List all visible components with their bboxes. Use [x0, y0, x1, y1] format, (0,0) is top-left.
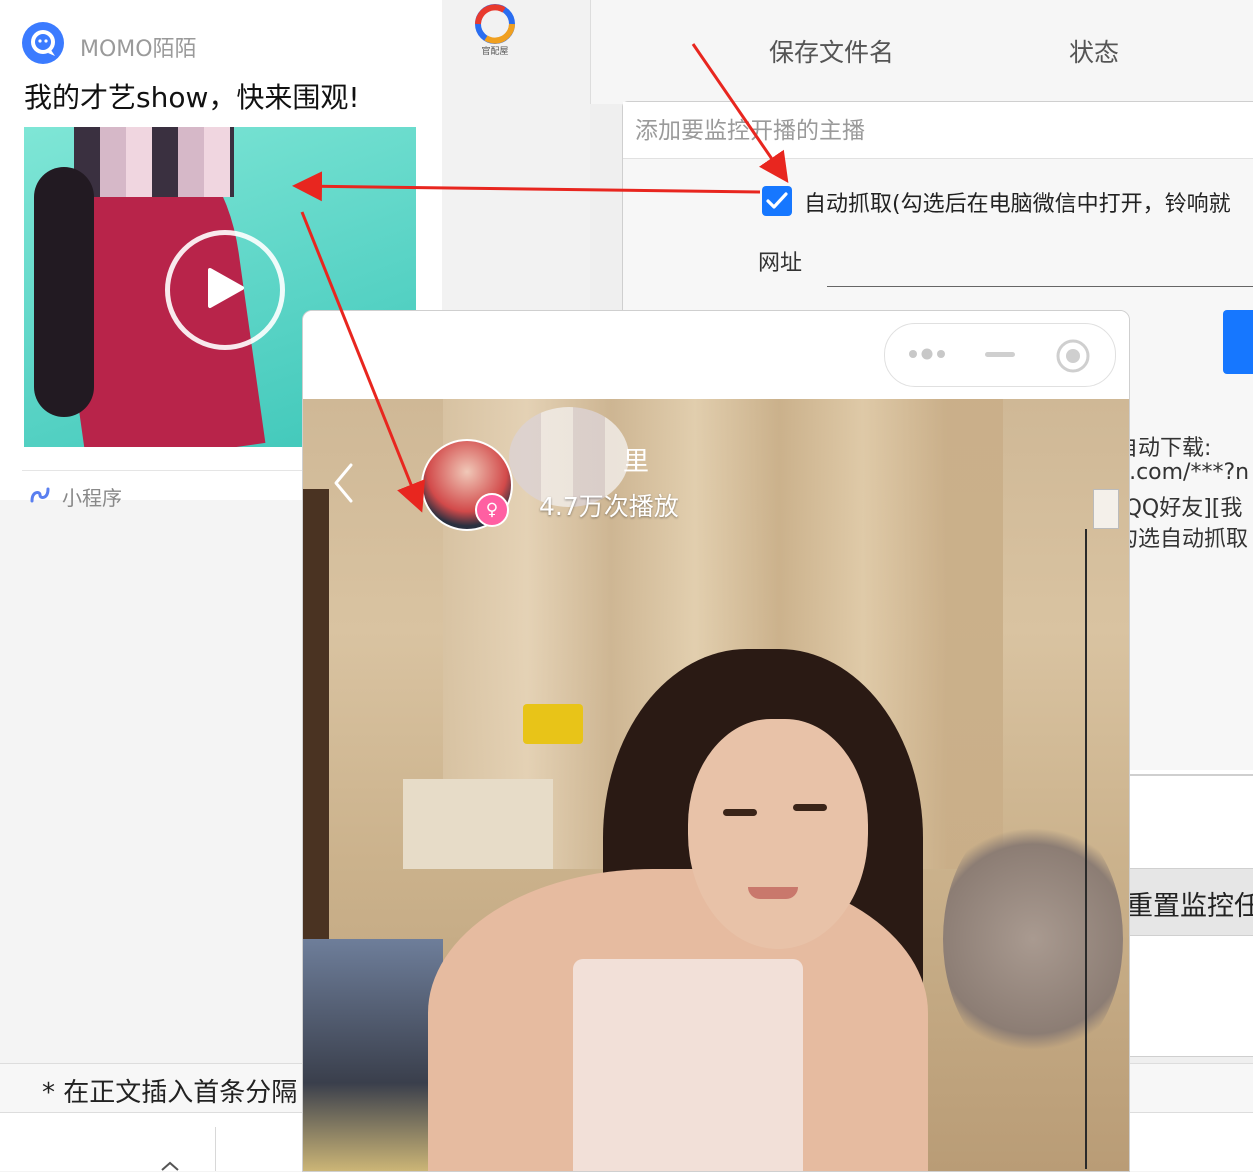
toolbar-divider [215, 1127, 216, 1171]
video-fur-pillow [943, 809, 1123, 1069]
more-icon[interactable] [907, 344, 947, 364]
post-title: 我的才艺show，快来围观! [24, 81, 360, 114]
video-shelf [403, 779, 553, 869]
mini-program-label: 小程序 [62, 486, 122, 510]
video-clothes [303, 939, 443, 1171]
description-line: 勾选自动抓取 [1116, 527, 1249, 552]
video-person-eye [793, 804, 827, 811]
add-streamer-input[interactable] [623, 102, 1237, 160]
mini-program-icon [30, 487, 50, 503]
editor-notice: * 在正文插入首条分隔 [42, 1078, 298, 1108]
thumbnail-mosaic [74, 127, 234, 197]
auto-capture-label[interactable]: 自动抓取(勾选后在电脑微信中打开，铃响就 [804, 186, 1231, 218]
window-capsule [884, 323, 1116, 387]
thumbnail-hair [34, 167, 94, 417]
video-person-face [688, 719, 868, 949]
app-name: MOMO陌陌 [80, 37, 197, 62]
female-icon: ♀ [475, 493, 509, 527]
auto-capture-checkbox[interactable] [762, 186, 792, 216]
video-yellow-box [523, 704, 583, 744]
url-label: 网址 [758, 251, 803, 276]
description-line: 自动下载: [1116, 436, 1212, 461]
mini-program-window[interactable]: ♀ 里 4.7万次播放 [302, 310, 1130, 1172]
back-chevron-icon[interactable] [331, 461, 355, 505]
video-wall-socket [1093, 489, 1119, 529]
table-header: 保存文件名 状态 [590, 0, 1253, 104]
video-person-eye [723, 809, 757, 816]
url-input[interactable] [827, 250, 1253, 287]
mini-program-titlebar [303, 311, 1129, 399]
video-person-garment [573, 959, 803, 1171]
watermark-text: 官配屋 [481, 47, 509, 57]
reset-monitor-label[interactable]: 重置监控任 [1126, 884, 1253, 923]
streamer-name: 里 [623, 447, 650, 477]
live-video[interactable] [303, 399, 1129, 1171]
add-streamer-field[interactable] [623, 102, 1253, 160]
video-person-mouth [748, 887, 798, 899]
play-count: 4.7万次播放 [539, 492, 679, 521]
play-icon[interactable] [165, 230, 285, 350]
momo-logo-icon [22, 22, 64, 64]
minimize-icon[interactable] [985, 352, 1015, 358]
video-cable [1085, 529, 1087, 1169]
close-target-icon[interactable] [1055, 338, 1091, 374]
primary-button[interactable] [1223, 310, 1253, 374]
column-header-filename[interactable]: 保存文件名 [769, 33, 894, 69]
description-line: o.com/***?n [1116, 460, 1250, 485]
checkmark-icon [766, 192, 788, 209]
column-header-status[interactable]: 状态 [1069, 33, 1119, 69]
description-line: [QQ好友][我 [1116, 496, 1243, 521]
